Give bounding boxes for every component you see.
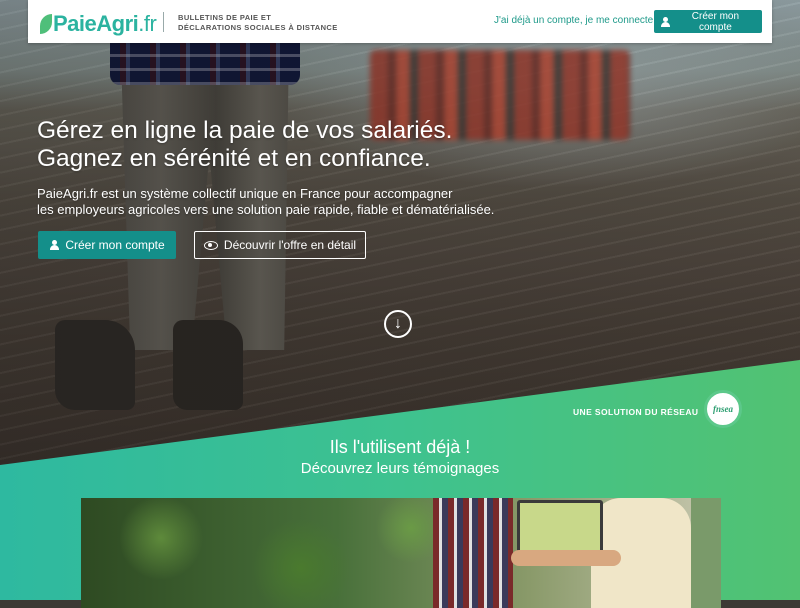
person-plaid-shirt [433,498,513,608]
lead-line-2: les employeurs agricoles vers une soluti… [37,202,495,217]
discover-offer-label: Découvrir l'offre en détail [223,238,357,252]
site-header: PaieAgri.fr BULLETINS DE PAIE ET DÉCLARA… [28,0,772,43]
user-icon [660,16,670,27]
fnsea-logo[interactable]: fnsea [704,390,742,428]
fnsea-logo-text: fnsea [713,404,733,414]
hero-lead: PaieAgri.fr est un système collectif uni… [37,186,557,218]
network-label: UNE SOLUTION DU RÉSEAU [573,407,699,417]
logo-agri: Agri [96,11,139,36]
testimonial-video[interactable] [81,498,721,608]
leaf-icon [40,14,52,34]
headline-line-1: Gérez en ligne la paie de vos salariés. [37,117,453,144]
testimonials-subtitle: Découvrez leurs témoignages [300,460,500,477]
header-divider [163,12,164,32]
arrow-down-icon: ↓ [394,315,402,332]
create-account-label: Créer mon compte [65,238,165,252]
hero-headline: Gérez en ligne la paie de vos salariés. … [37,117,452,173]
header-create-account-label: Créer mon compte [691,10,740,33]
scroll-down-button[interactable]: ↓ [384,310,412,338]
header-tagline: BULLETINS DE PAIE ET DÉCLARATIONS SOCIAL… [178,13,338,33]
site-logo[interactable]: PaieAgri.fr [40,11,157,37]
eye-icon [203,240,218,250]
background-foliage [691,498,721,608]
user-icon [49,240,60,250]
discover-offer-button[interactable]: Découvrir l'offre en détail [194,231,366,259]
tagline-line-2: DÉCLARATIONS SOCIALES À DISTANCE [178,23,338,32]
arm [511,550,621,566]
logo-paie: Paie [53,11,97,36]
logo-tld: .fr [138,11,157,36]
testimonials-title: Ils l'utilisent déjà ! [329,437,471,457]
grape-crate [517,500,603,554]
lead-line-1: PaieAgri.fr est un système collectif uni… [37,186,453,201]
create-account-button[interactable]: Créer mon compte [38,231,176,259]
login-link[interactable]: J'ai déjà un compte, je me connecte [494,15,653,26]
header-create-account-button[interactable]: Créer mon compte [654,10,762,33]
tagline-line-1: BULLETINS DE PAIE ET [178,13,272,22]
headline-line-2: Gagnez en sérénité et en confiance. [37,145,431,172]
